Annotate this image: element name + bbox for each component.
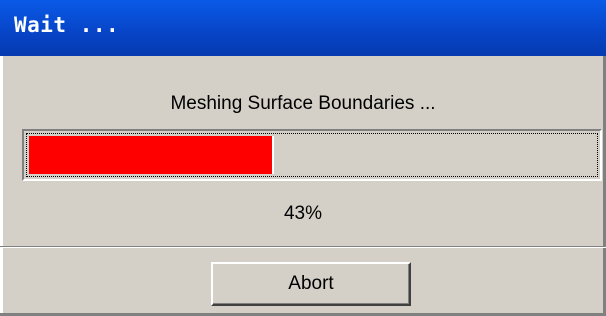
progress-percent: 43%: [283, 203, 323, 224]
progress-bar: [22, 129, 602, 181]
status-message: Meshing Surface Boundaries ...: [170, 93, 436, 114]
separator: [0, 246, 606, 248]
wait-dialog: Wait ... Meshing Surface Boundaries ... …: [0, 0, 606, 316]
abort-button[interactable]: Abort: [211, 262, 411, 306]
window-title: Wait ...: [14, 13, 120, 37]
progress-track: [26, 133, 598, 177]
progress-fill: [29, 136, 275, 174]
title-bar[interactable]: Wait ...: [0, 0, 606, 56]
